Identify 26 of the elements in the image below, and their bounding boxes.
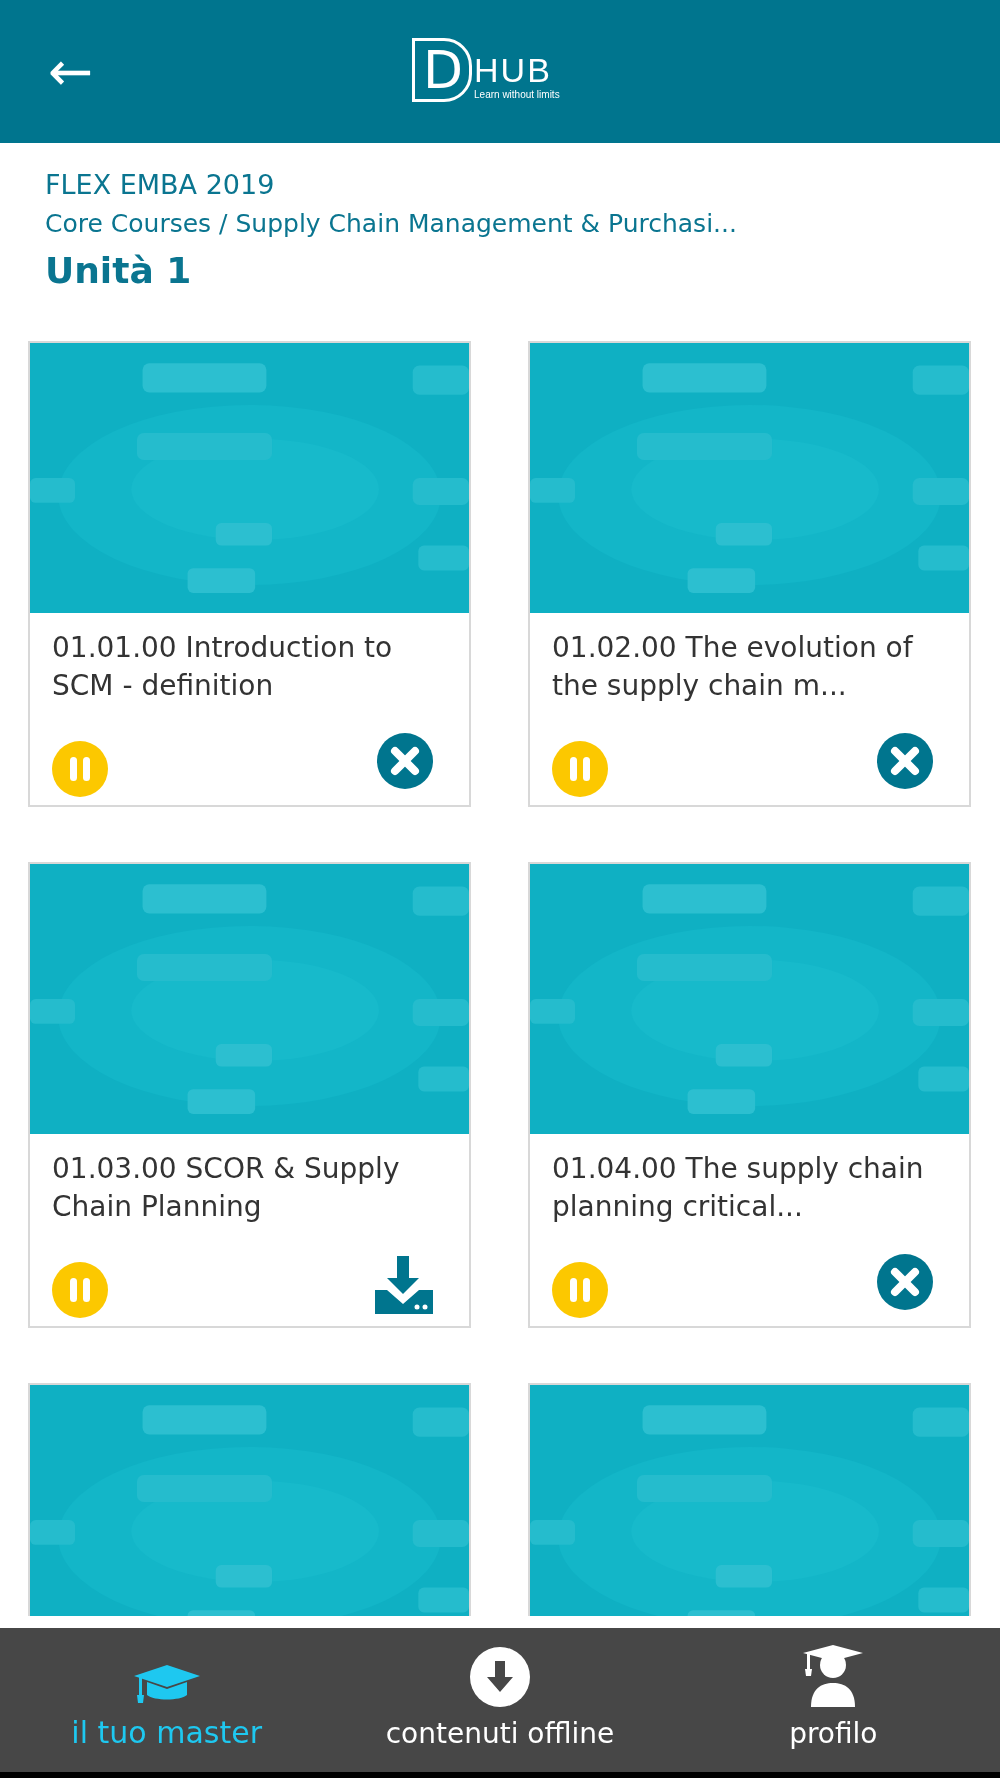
lesson-title: 01.03.00 SCOR & Supply Chain Planning	[51, 1151, 401, 1225]
lesson-title: 01.01.00 Introduction to SCM - definition	[51, 630, 394, 704]
pause-button[interactable]	[52, 741, 108, 797]
remove-button[interactable]	[377, 733, 433, 789]
remove-button[interactable]	[877, 1254, 933, 1310]
pause-button[interactable]	[552, 741, 608, 797]
download-icon	[470, 1647, 530, 1707]
person-with-cap-icon	[803, 1645, 864, 1707]
nav-tab[interactable]: il tuo master	[16, 1628, 317, 1772]
lesson-title: 01.02.00 The evolution of the supply chain m...	[551, 630, 914, 704]
pause-button[interactable]	[552, 1262, 608, 1318]
lesson-card[interactable]: 01.04.00 The supply chain planning critical...	[528, 862, 971, 1328]
lesson-card[interactable]: 01.03.00 SCOR & Supply Chain Planning	[28, 862, 471, 1328]
back-button[interactable]: ←	[48, 44, 94, 99]
program-name: FLEX EMBA 2019	[45, 168, 276, 202]
unit-title: Unità 1	[45, 249, 193, 293]
download-button[interactable]	[375, 1256, 433, 1314]
graduation-cap-icon	[133, 1665, 200, 1705]
breadcrumb-path[interactable]: Core Courses / Supply Chain Management & Purchasi...	[45, 203, 960, 245]
remove-button[interactable]	[877, 733, 933, 789]
lesson-title: 01.04.00 The supply chain planning critical...	[551, 1151, 925, 1225]
pause-button[interactable]	[52, 1262, 108, 1318]
lesson-card[interactable]: 01.01.00 Introduction to SCM - definition	[28, 341, 471, 807]
nav-tab[interactable]: contenuti offline	[350, 1628, 650, 1772]
nav-tab[interactable]: profilo	[683, 1628, 984, 1772]
lesson-card[interactable]: 01.02.00 The evolution of the supply chain m...	[528, 341, 971, 807]
